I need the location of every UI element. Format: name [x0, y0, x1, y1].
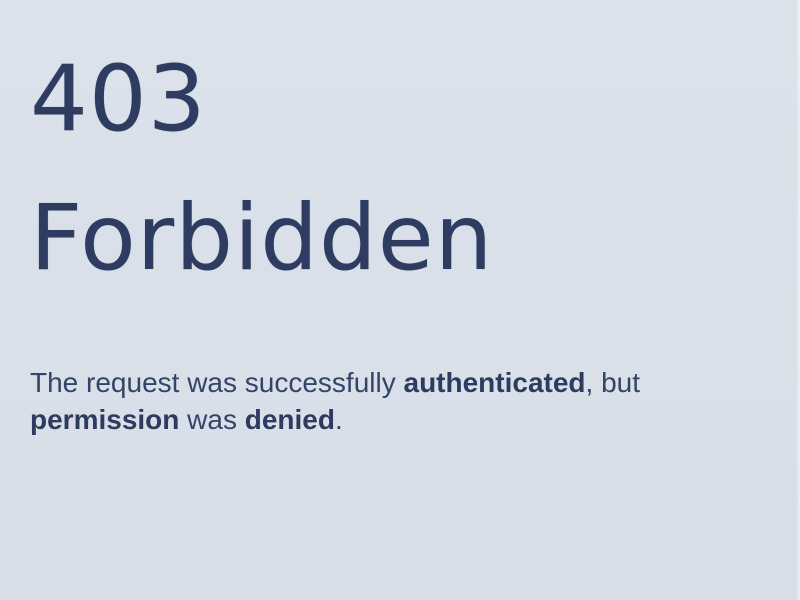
message-text-1: The request was successfully — [30, 367, 404, 398]
message-authenticated: authenticated — [403, 367, 586, 398]
message-text-2: , but — [585, 367, 641, 398]
message-permission: permission — [30, 404, 180, 435]
error-heading: 403 Forbidden — [30, 30, 493, 308]
right-edge-highlight — [796, 0, 800, 600]
error-title: Forbidden — [30, 186, 494, 291]
error-code: 403 — [30, 47, 207, 152]
error-page: 403 Forbidden The request was successful… — [0, 0, 800, 600]
message-text-4: . — [334, 404, 343, 435]
message-text-3: was — [179, 404, 245, 435]
error-message: The request was successfully authenticat… — [30, 364, 770, 438]
message-denied: denied — [244, 404, 335, 435]
